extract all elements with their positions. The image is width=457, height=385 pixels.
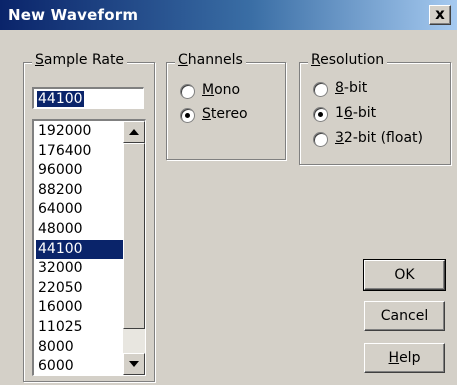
scroll-up-button[interactable] xyxy=(123,121,145,143)
sample-rate-input-value: 44100 xyxy=(37,91,84,107)
channels-legend: Channels xyxy=(175,52,246,68)
radio-label-16bit: 16-bit xyxy=(335,105,377,121)
list-item[interactable]: 192000 xyxy=(36,122,125,142)
close-icon: x xyxy=(435,5,445,23)
list-scrollbar[interactable] xyxy=(123,121,145,375)
help-button[interactable]: Help xyxy=(364,343,445,373)
sample-rate-list[interactable]: 192000 176400 96000 88200 64000 48000 44100 320… xyxy=(32,119,146,376)
list-item[interactable]: 11025 xyxy=(36,318,125,338)
title-bar: New Waveform x xyxy=(0,0,457,30)
radio-button[interactable] xyxy=(313,82,328,97)
close-button[interactable]: x xyxy=(429,5,451,25)
list-item[interactable]: 96000 xyxy=(36,161,125,181)
radio-label-8bit: 8-bit xyxy=(335,80,368,96)
radio-button[interactable] xyxy=(180,108,195,123)
list-item[interactable]: 32000 xyxy=(36,259,125,279)
ok-button[interactable]: OK xyxy=(363,259,446,291)
list-item[interactable]: 88200 xyxy=(36,181,125,201)
radio-button[interactable] xyxy=(313,107,328,122)
sample-rate-legend: Sample Rate xyxy=(32,52,128,68)
list-item[interactable]: 6000 xyxy=(36,357,125,375)
list-item[interactable]: 8000 xyxy=(36,338,125,358)
radio-label-mono: Mono xyxy=(202,82,241,98)
radio-label-stereo: Stereo xyxy=(202,106,248,122)
radio-label-32bit-float: 32-bit (float) xyxy=(335,130,423,146)
window-title: New Waveform xyxy=(8,6,139,24)
scroll-thumb[interactable] xyxy=(123,143,145,329)
scroll-down-button[interactable] xyxy=(123,353,145,375)
list-item[interactable]: 48000 xyxy=(36,220,125,240)
arrow-up-icon xyxy=(129,129,139,135)
radio-dot-stereo xyxy=(185,113,190,118)
list-item[interactable]: 22050 xyxy=(36,279,125,299)
list-item[interactable]: 16000 xyxy=(36,298,125,318)
arrow-down-icon xyxy=(129,361,139,367)
cancel-button[interactable]: Cancel xyxy=(364,301,445,331)
list-item[interactable]: 64000 xyxy=(36,200,125,220)
radio-button[interactable] xyxy=(313,132,328,147)
sample-rate-input[interactable]: 44100 xyxy=(32,87,144,109)
list-item[interactable]: 44100 xyxy=(36,239,125,260)
radio-button[interactable] xyxy=(180,84,195,99)
resolution-legend: Resolution xyxy=(308,52,388,68)
radio-dot-16bit xyxy=(318,112,323,117)
list-item[interactable]: 176400 xyxy=(36,142,125,162)
